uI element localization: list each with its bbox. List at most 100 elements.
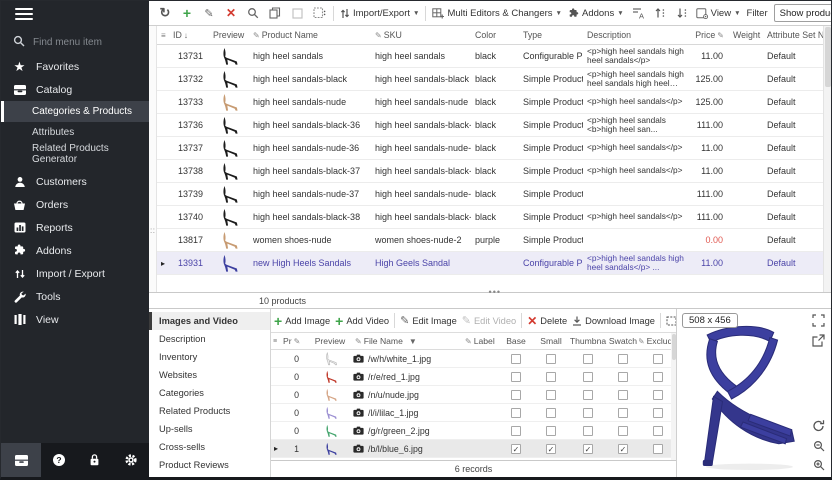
table-row[interactable]: 13738 high heel sandals-black-37 high he… [157,160,823,183]
checkbox-small[interactable] [546,390,556,400]
duplicate-icon[interactable] [311,5,327,21]
sidebar-item-orders[interactable]: Orders [1,193,149,216]
checkbox-swatch[interactable] [618,354,628,364]
paste-icon[interactable] [289,5,305,21]
table-row[interactable]: 0 /r/e/red_1.jpg [271,368,676,386]
checkbox-base[interactable] [511,408,521,418]
column-header-color[interactable]: Color [471,30,519,40]
search-icon[interactable] [245,5,261,21]
sidebar-search-input[interactable]: Find menu item [1,29,149,55]
download-image-button[interactable]: Download Image [572,316,655,326]
archive-drawer-icon[interactable] [1,443,41,477]
checkbox-exclude[interactable] [653,390,663,400]
table-row[interactable]: 0 /w/h/white_1.jpg [271,350,676,368]
add-video-button[interactable]: +Add Video [335,314,389,328]
column-header-swatch[interactable]: Swatch [607,336,639,346]
tab-websites[interactable]: Websites [149,366,270,384]
import-export-button[interactable]: Import/Export▼ [340,8,419,19]
sidebar-item-view[interactable]: View [1,308,149,331]
sidebar-item-reports[interactable]: Reports [1,216,149,239]
table-row[interactable]: 0 /g/r/green_2.jpg [271,422,676,440]
tab-related-products[interactable]: Related Products [149,402,270,420]
checkbox-base[interactable] [511,354,521,364]
sidebar-item-categories-products[interactable]: Categories & Products [1,101,149,122]
sort-az-icon[interactable]: A [630,5,646,21]
checkbox-small[interactable] [546,372,556,382]
column-header-label[interactable]: ✎Label [463,336,499,346]
horizontal-splitter-handle[interactable]: ••• [489,287,501,297]
tab-cross-sells[interactable]: Cross-sells [149,438,270,456]
expand-rows-icon[interactable] [652,5,668,21]
checkbox-swatch[interactable] [618,408,628,418]
sidebar-item-related-products-generator[interactable]: Related Products Generator [1,143,149,164]
checkbox-exclude[interactable] [653,444,663,454]
rotate-icon[interactable] [811,418,826,433]
column-header-preview[interactable]: Preview [209,30,249,40]
checkbox-base[interactable]: ✓ [511,444,521,454]
checkbox-swatch[interactable] [618,426,628,436]
column-header-price[interactable]: Price✎ [687,30,729,40]
refresh-icon[interactable]: ↻ [157,5,173,21]
table-row[interactable]: 0 /l/i/lilac_1.jpg [271,404,676,422]
tab-product-reviews[interactable]: Product Reviews [149,456,270,474]
column-header-description[interactable]: Description [583,30,687,40]
edit-video-button[interactable]: ✎Edit Video [462,314,516,327]
column-header-pr[interactable]: Pr✎ [281,336,307,346]
table-row[interactable]: ▸ 1 /b/l/blue_6.jpg ✓ ✓ ✓ ✓ [271,440,676,458]
set-resize-rule-button[interactable]: Set Resize Rule [666,316,676,326]
sidebar-item-favorites[interactable]: ★ Favorites [1,55,149,78]
checkbox-exclude[interactable] [653,426,663,436]
table-row[interactable]: 13736 high heel sandals-black-36 high he… [157,114,823,137]
sidebar-item-customers[interactable]: Customers [1,170,149,193]
panel-splitter[interactable]: :: [149,26,157,292]
add-image-button[interactable]: +Add Image [274,314,330,328]
tab-inventory[interactable]: Inventory [149,348,270,366]
collapse-rows-icon[interactable] [674,5,690,21]
table-row[interactable]: 13740 high heel sandals-black-38 high he… [157,206,823,229]
column-header-attribute-set[interactable]: Attribute Set Name [763,30,823,40]
checkbox-thumbnail[interactable] [583,390,593,400]
products-scrollbar[interactable] [823,26,831,292]
sidebar-item-import-export[interactable]: Import / Export [1,262,149,285]
table-row[interactable]: 13732 high heel sandals-black high heel … [157,68,823,91]
table-row[interactable]: ▸ 13931 new High Heels Sandals High Geel… [157,252,823,275]
checkbox-base[interactable] [511,390,521,400]
tab-description[interactable]: Description [149,330,270,348]
zoom-out-icon[interactable] [811,438,826,453]
copy-icon[interactable] [267,5,283,21]
fit-to-screen-icon[interactable] [811,313,826,328]
tab-images-and-video[interactable]: Images and Video [149,312,270,330]
checkbox-base[interactable] [511,426,521,436]
checkbox-thumbnail[interactable] [583,372,593,382]
sidebar-item-attributes[interactable]: Attributes [1,122,149,143]
tab-categories[interactable]: Categories [149,384,270,402]
table-row[interactable]: 13733 high heel sandals-nude high heel s… [157,91,823,114]
lock-icon[interactable] [88,443,101,477]
checkbox-thumbnail[interactable] [583,408,593,418]
hamburger-menu-icon[interactable] [15,8,33,20]
checkbox-small[interactable]: ✓ [546,444,556,454]
checkbox-thumbnail[interactable] [583,426,593,436]
checkbox-exclude[interactable] [653,354,663,364]
column-header-preview[interactable]: Preview [307,336,353,346]
checkbox-small[interactable] [546,408,556,418]
table-row[interactable]: 13739 high heel sandals-nude-37 high hee… [157,183,823,206]
checkbox-small[interactable] [546,426,556,436]
checkbox-thumbnail[interactable]: ✓ [583,444,593,454]
column-header-id[interactable]: ID↓ [169,30,209,40]
open-external-icon[interactable] [811,333,826,348]
delete-product-icon[interactable]: ✕ [223,5,239,21]
column-header-type[interactable]: Type [519,30,583,40]
row-selector-header[interactable]: ≡ [157,31,169,40]
delete-image-button[interactable]: ✕Delete [527,314,567,328]
checkbox-exclude[interactable] [653,372,663,382]
edit-image-button[interactable]: ✎Edit Image [400,314,457,327]
multi-editors-button[interactable]: Multi Editors & Changers▼ [432,8,562,19]
column-header-small[interactable]: Small [533,336,569,346]
add-product-icon[interactable]: + [179,5,195,21]
column-header-thumbnail[interactable]: Thumbna [569,336,607,346]
addons-button[interactable]: Addons▼ [568,8,624,19]
view-button[interactable]: View▼ [696,8,741,19]
checkbox-base[interactable] [511,372,521,382]
column-header-base[interactable]: Base [499,336,533,346]
